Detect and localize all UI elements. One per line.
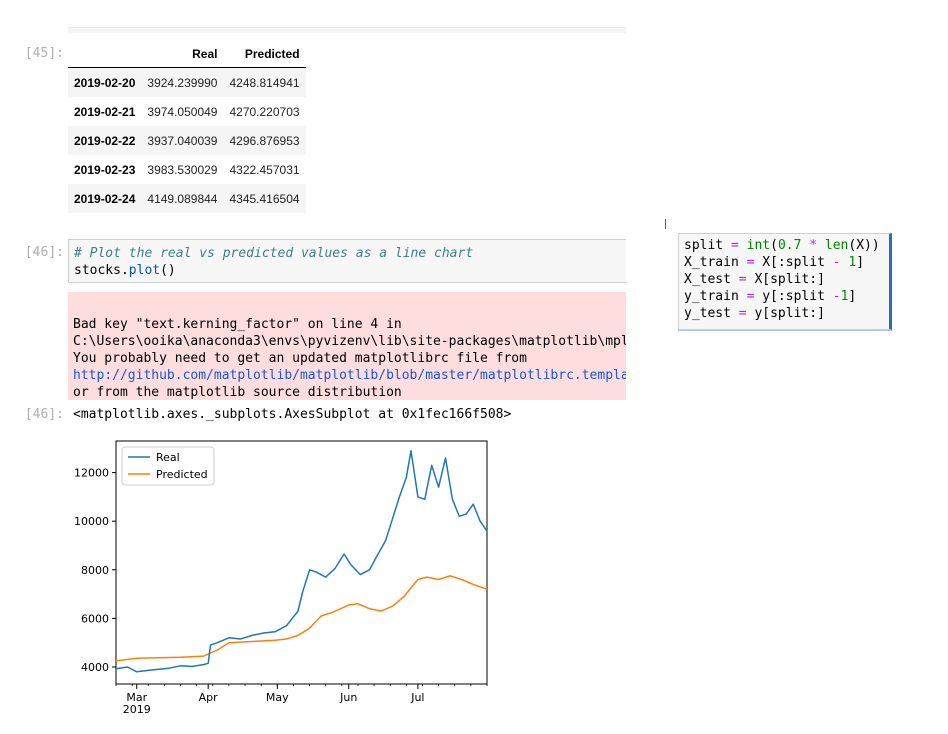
row-index: 2019-02-23: [74, 162, 136, 177]
code-token: X_train: [684, 255, 747, 270]
code-function: plot: [128, 263, 161, 278]
x-tick-label: Apr: [199, 691, 219, 704]
output-repr: <matplotlib.axes._subplots.AxesSubplot a…: [73, 407, 512, 422]
code-token: y[split:]: [746, 306, 825, 321]
dataframe-table: Real Predicted 2019-02-20 3924.239990 42…: [68, 41, 306, 213]
y-tick-label: 6000: [81, 612, 109, 625]
in46-prompt: [46]:: [24, 245, 64, 260]
cell-predicted: 4322.457031: [229, 162, 300, 177]
column-header-predicted: Predicted: [223, 41, 306, 68]
x-tick-label: Jul: [410, 691, 424, 704]
code-token: y_train: [684, 289, 747, 304]
table-row: 2019-02-22 3937.040039 4296.876953: [68, 126, 306, 155]
column-header-real: Real: [141, 41, 224, 68]
cell-real: 3983.530029: [147, 162, 218, 177]
text-cursor: [665, 219, 666, 229]
cell-predicted: 4270.220703: [229, 104, 300, 119]
code-token: (: [770, 238, 778, 253]
y-axis: 4000 6000 8000 10000 12000: [74, 467, 116, 674]
row-index: 2019-02-22: [74, 133, 136, 148]
code-token: split: [684, 238, 731, 253]
cell-real: 3924.239990: [147, 75, 218, 90]
stderr-line: C:\Users\ooika\anaconda3\envs\pyvizenv\l…: [73, 334, 626, 349]
code-cell-side[interactable]: split = int(0.7 * len(X)) X_train = X[:sp…: [678, 233, 892, 330]
code-tail: (): [160, 263, 176, 278]
stderr-line: or from the matplotlib source distributi…: [73, 385, 402, 400]
y-tick-label: 12000: [74, 467, 109, 480]
cell-predicted: 4296.876953: [229, 133, 300, 148]
legend-label-real: Real: [156, 451, 180, 464]
cell-predicted: 4345.416504: [229, 191, 300, 206]
code-token: =: [730, 238, 739, 253]
table-row: 2019-02-21 3974.050049 4270.220703: [68, 97, 306, 126]
stderr-line: You probably need to get an updated matp…: [73, 351, 527, 366]
table-header-row: Real Predicted: [68, 41, 306, 68]
code-token: ]: [848, 289, 857, 304]
code-cell-46[interactable]: # Plot the real vs predicted values as a…: [68, 239, 626, 283]
y-tick-label: 4000: [81, 661, 109, 674]
table-row: 2019-02-23 3983.530029 4322.457031: [68, 155, 306, 184]
code-token: int: [746, 238, 771, 253]
legend: Real Predicted: [121, 446, 215, 486]
code-comment: # Plot the real vs predicted values as a…: [74, 246, 474, 261]
code-token: -: [832, 289, 841, 304]
code-token: y[:split: [754, 289, 833, 304]
row-index: 2019-02-24: [74, 191, 136, 206]
y-tick-label: 10000: [74, 515, 109, 528]
code-token: X_test: [684, 272, 739, 287]
cell-real: 4149.089844: [147, 191, 218, 206]
code-token: =: [738, 272, 747, 287]
code-token: y_test: [684, 306, 739, 321]
index-header: [68, 41, 142, 68]
code-token: *: [809, 238, 818, 253]
previous-cell-edge: [68, 27, 626, 33]
table-row: 2019-02-24 4149.089844 4345.416504: [68, 184, 306, 213]
code-token: X[:split: [754, 255, 833, 270]
code-token: (X)): [848, 238, 880, 253]
x-tick-label: Jun: [339, 691, 357, 704]
out45-prompt: [45]:: [24, 46, 64, 61]
stderr-link[interactable]: http://github.com/matplotlib/matplotlib/…: [73, 367, 626, 384]
out46-prompt: [46]:: [24, 407, 64, 422]
x-axis: Mar Apr May Jun Jul2019: [115, 684, 488, 716]
cell-predicted: 4248.814941: [229, 75, 300, 90]
code-token: 0.7: [777, 238, 802, 253]
cell-real: 3937.040039: [147, 133, 218, 148]
table-row: 2019-02-20 3924.239990 4248.814941: [68, 67, 306, 97]
row-index: 2019-02-21: [74, 104, 136, 119]
code-token: =: [738, 306, 747, 321]
legend-label-predicted: Predicted: [156, 468, 208, 481]
cell-real: 3974.050049: [147, 104, 218, 119]
line-chart: 4000600080001000012000 Mar Apr May Jun Jul20…: [74, 440, 488, 716]
code-token: ]: [856, 255, 865, 270]
code-token: -: [832, 255, 841, 270]
cell-underline: [678, 330, 892, 331]
x-tick-label: May: [266, 691, 289, 704]
code-token: len: [824, 238, 849, 253]
stderr-line: Bad key "text.kerning_factor" on line 4 …: [73, 317, 402, 332]
stderr-output: Bad key "text.kerning_factor" on line 4 …: [68, 292, 626, 400]
y-tick-label: 8000: [81, 564, 109, 577]
code-object: stocks.: [74, 263, 129, 278]
row-index: 2019-02-20: [74, 75, 136, 90]
x-year-label: 2019: [123, 703, 151, 716]
code-token: X[split:]: [746, 272, 825, 287]
